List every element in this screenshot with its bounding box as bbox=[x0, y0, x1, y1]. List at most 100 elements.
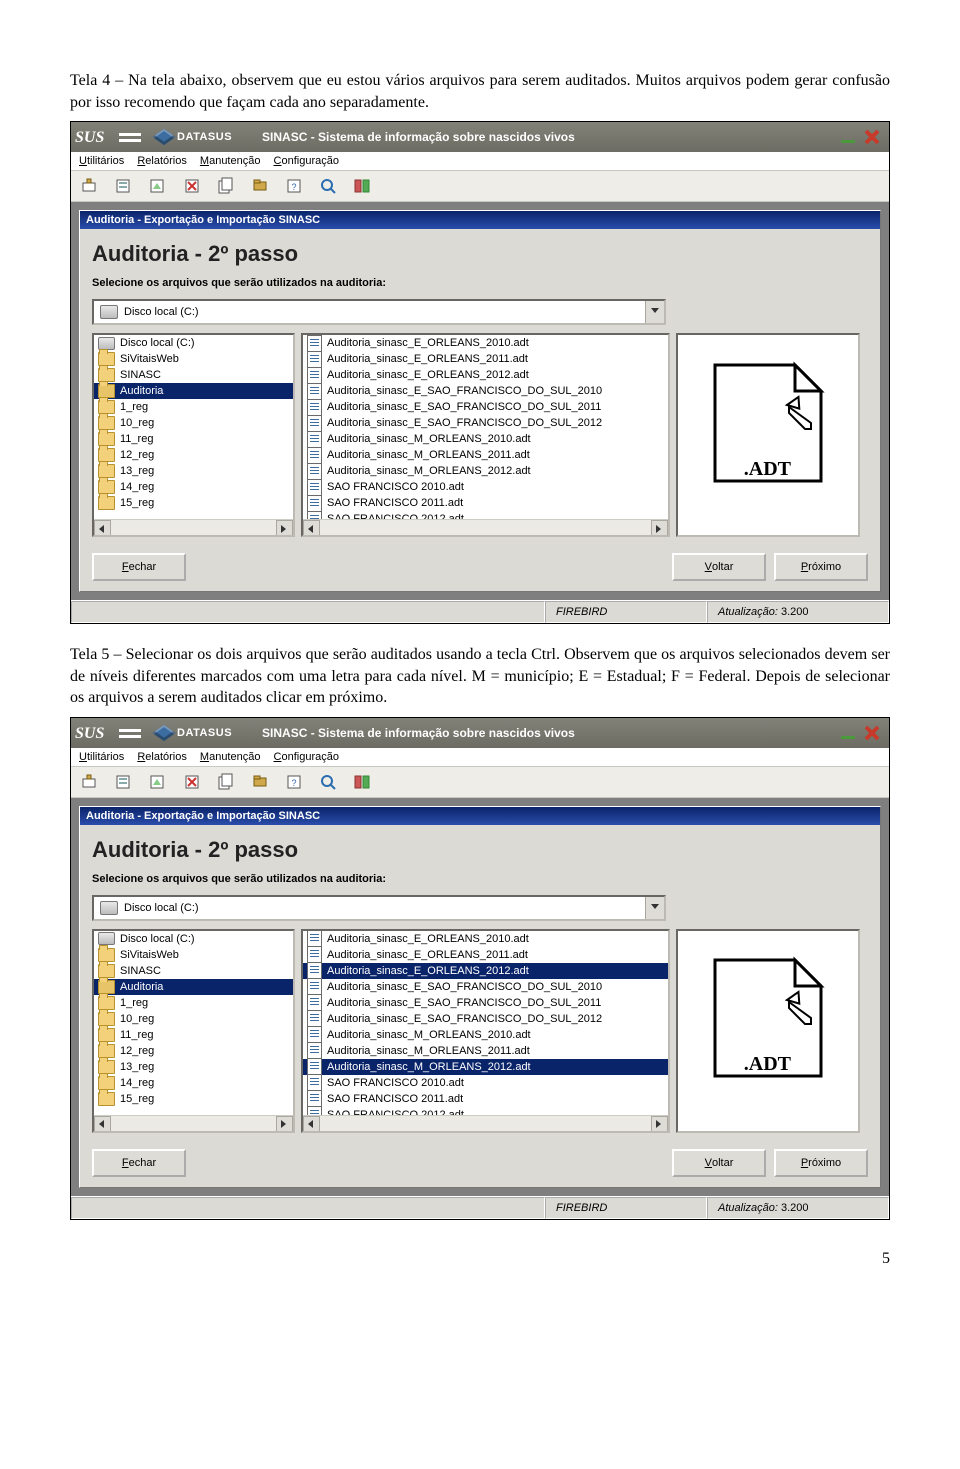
file-row[interactable]: Auditoria_sinasc_M_ORLEANS_2010.adt bbox=[303, 431, 668, 447]
toolbar-button-7[interactable] bbox=[317, 175, 339, 197]
file-row[interactable]: SAO FRANCISCO 2010.adt bbox=[303, 479, 668, 495]
file-row[interactable]: Auditoria_sinasc_E_ORLEANS_2010.adt bbox=[303, 931, 668, 947]
file-row[interactable]: SAO FRANCISCO 2011.adt bbox=[303, 495, 668, 511]
scrollbar-horizontal[interactable] bbox=[303, 1115, 668, 1131]
voltar-button[interactable]: Voltar bbox=[672, 1149, 766, 1177]
folder-row[interactable]: 1_reg bbox=[94, 399, 293, 415]
file-row[interactable]: Auditoria_sinasc_E_ORLEANS_2011.adt bbox=[303, 351, 668, 367]
folder-row[interactable]: Auditoria bbox=[94, 383, 293, 399]
folder-tree-pane[interactable]: Disco local (C:)SiVitaisWebSINASCAuditor… bbox=[92, 333, 295, 537]
drive-combo[interactable]: Disco local (C:) bbox=[92, 895, 666, 921]
folder-row[interactable]: Disco local (C:) bbox=[94, 335, 293, 351]
file-label: Auditoria_sinasc_E_SAO_FRANCISCO_DO_SUL_… bbox=[327, 385, 602, 397]
toolbar-button-8[interactable] bbox=[351, 771, 373, 793]
toolbar-button-6[interactable]: ? bbox=[283, 175, 305, 197]
close-icon[interactable] bbox=[863, 128, 881, 146]
drive-combo[interactable]: Disco local (C:) bbox=[92, 299, 666, 325]
file-row[interactable]: SAO FRANCISCO 2010.adt bbox=[303, 1075, 668, 1091]
folder-tree-pane[interactable]: Disco local (C:)SiVitaisWebSINASCAuditor… bbox=[92, 929, 295, 1133]
file-row[interactable]: Auditoria_sinasc_M_ORLEANS_2010.adt bbox=[303, 1027, 668, 1043]
file-row[interactable]: Auditoria_sinasc_M_ORLEANS_2011.adt bbox=[303, 447, 668, 463]
toolbar-button-3[interactable] bbox=[181, 175, 203, 197]
chevron-down-icon[interactable] bbox=[645, 301, 664, 323]
menu-relatorios[interactable]: Relatórios bbox=[137, 751, 187, 763]
file-list-pane[interactable]: Auditoria_sinasc_E_ORLEANS_2010.adtAudit… bbox=[301, 929, 670, 1133]
menu-utilitarios[interactable]: Utilitários bbox=[79, 155, 124, 167]
menu-configuracao[interactable]: Configuração bbox=[274, 155, 339, 167]
file-row[interactable]: Auditoria_sinasc_E_ORLEANS_2011.adt bbox=[303, 947, 668, 963]
folder-row[interactable]: 10_reg bbox=[94, 1011, 293, 1027]
scrollbar-horizontal[interactable] bbox=[94, 1115, 293, 1131]
menu-relatorios[interactable]: Relatórios bbox=[137, 155, 187, 167]
file-row[interactable]: Auditoria_sinasc_E_ORLEANS_2012.adt bbox=[303, 367, 668, 383]
inner-window: Auditoria - Exportação e Importação SINA… bbox=[79, 210, 881, 592]
voltar-button[interactable]: Voltar bbox=[672, 553, 766, 581]
folder-row[interactable]: SiVitaisWeb bbox=[94, 947, 293, 963]
folder-row[interactable]: 12_reg bbox=[94, 1043, 293, 1059]
file-row[interactable]: Auditoria_sinasc_E_ORLEANS_2010.adt bbox=[303, 335, 668, 351]
toolbar-button-8[interactable] bbox=[351, 175, 373, 197]
scrollbar-horizontal[interactable] bbox=[303, 519, 668, 535]
toolbar-button-1[interactable] bbox=[113, 771, 135, 793]
folder-row[interactable]: 1_reg bbox=[94, 995, 293, 1011]
file-label: Auditoria_sinasc_E_SAO_FRANCISCO_DO_SUL_… bbox=[327, 997, 601, 1009]
folder-row[interactable]: SINASC bbox=[94, 963, 293, 979]
folder-row[interactable]: 14_reg bbox=[94, 1075, 293, 1091]
file-row[interactable]: Auditoria_sinasc_E_SAO_FRANCISCO_DO_SUL_… bbox=[303, 1011, 668, 1027]
file-row[interactable]: Auditoria_sinasc_M_ORLEANS_2011.adt bbox=[303, 1043, 668, 1059]
fechar-button[interactable]: Fechar bbox=[92, 1149, 186, 1177]
toolbar: ? bbox=[71, 171, 889, 202]
app-window-tela5: SUS DATASUS SINASC - Sistema de informaç… bbox=[70, 717, 890, 1220]
minimize-icon[interactable] bbox=[839, 726, 857, 740]
scrollbar-horizontal[interactable] bbox=[94, 519, 293, 535]
toolbar-button-0[interactable] bbox=[79, 771, 101, 793]
file-row[interactable]: Auditoria_sinasc_E_SAO_FRANCISCO_DO_SUL_… bbox=[303, 383, 668, 399]
folder-row[interactable]: Auditoria bbox=[94, 979, 293, 995]
folder-row[interactable]: 13_reg bbox=[94, 463, 293, 479]
file-row[interactable]: SAO FRANCISCO 2011.adt bbox=[303, 1091, 668, 1107]
menu-configuracao[interactable]: Configuração bbox=[274, 751, 339, 763]
toolbar-button-5[interactable] bbox=[249, 771, 271, 793]
folder-row[interactable]: 13_reg bbox=[94, 1059, 293, 1075]
disk-icon bbox=[100, 305, 118, 319]
folder-row[interactable]: 10_reg bbox=[94, 415, 293, 431]
toolbar-button-6[interactable]: ? bbox=[283, 771, 305, 793]
close-icon[interactable] bbox=[863, 724, 881, 742]
toolbar-button-1[interactable] bbox=[113, 175, 135, 197]
folder-row[interactable]: SiVitaisWeb bbox=[94, 351, 293, 367]
folder-row[interactable]: Disco local (C:) bbox=[94, 931, 293, 947]
folder-row[interactable]: 15_reg bbox=[94, 1091, 293, 1107]
file-row[interactable]: Auditoria_sinasc_E_ORLEANS_2012.adt bbox=[303, 963, 668, 979]
toolbar-button-7[interactable] bbox=[317, 771, 339, 793]
toolbar-button-4[interactable] bbox=[215, 175, 237, 197]
file-row[interactable]: Auditoria_sinasc_E_SAO_FRANCISCO_DO_SUL_… bbox=[303, 979, 668, 995]
menu-utilitarios[interactable]: Utilitários bbox=[79, 751, 124, 763]
proximo-button[interactable]: Próximo bbox=[774, 1149, 868, 1177]
menu-manutencao[interactable]: Manutenção bbox=[200, 751, 261, 763]
file-row[interactable]: Auditoria_sinasc_E_SAO_FRANCISCO_DO_SUL_… bbox=[303, 995, 668, 1011]
file-row[interactable]: Auditoria_sinasc_M_ORLEANS_2012.adt bbox=[303, 1059, 668, 1075]
svg-text:.ADT: .ADT bbox=[744, 1053, 792, 1075]
page-number: 5 bbox=[70, 1250, 890, 1268]
fechar-button[interactable]: Fechar bbox=[92, 553, 186, 581]
minimize-icon[interactable] bbox=[839, 130, 857, 144]
folder-row[interactable]: 11_reg bbox=[94, 1027, 293, 1043]
proximo-button[interactable]: Próximo bbox=[774, 553, 868, 581]
toolbar-button-3[interactable] bbox=[181, 771, 203, 793]
chevron-down-icon[interactable] bbox=[645, 897, 664, 919]
file-list-pane[interactable]: Auditoria_sinasc_E_ORLEANS_2010.adtAudit… bbox=[301, 333, 670, 537]
file-row[interactable]: Auditoria_sinasc_E_SAO_FRANCISCO_DO_SUL_… bbox=[303, 415, 668, 431]
toolbar-button-4[interactable] bbox=[215, 771, 237, 793]
toolbar-button-5[interactable] bbox=[249, 175, 271, 197]
toolbar-button-2[interactable] bbox=[147, 771, 169, 793]
folder-row[interactable]: 15_reg bbox=[94, 495, 293, 511]
folder-row[interactable]: 12_reg bbox=[94, 447, 293, 463]
toolbar-button-0[interactable] bbox=[79, 175, 101, 197]
folder-row[interactable]: 11_reg bbox=[94, 431, 293, 447]
file-row[interactable]: Auditoria_sinasc_E_SAO_FRANCISCO_DO_SUL_… bbox=[303, 399, 668, 415]
file-row[interactable]: Auditoria_sinasc_M_ORLEANS_2012.adt bbox=[303, 463, 668, 479]
menu-manutencao[interactable]: Manutenção bbox=[200, 155, 261, 167]
folder-row[interactable]: 14_reg bbox=[94, 479, 293, 495]
toolbar-button-2[interactable] bbox=[147, 175, 169, 197]
folder-row[interactable]: SINASC bbox=[94, 367, 293, 383]
